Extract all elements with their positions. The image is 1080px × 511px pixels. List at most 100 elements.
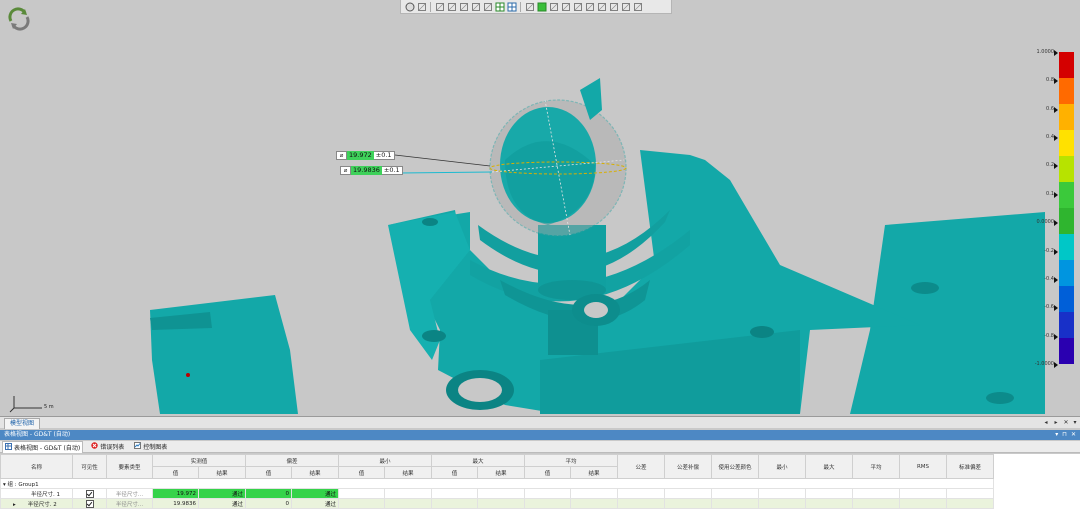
panel-tabbar: 表格视图 - GD&T (自动) 错误列表 控制图表 xyxy=(0,440,1080,453)
col-name[interactable]: 名称 xyxy=(0,454,73,479)
gdt-grid: 名称 可见性 要素类型 实测值 偏差 最小 最大 平均 公差 公差补偿 使用公差… xyxy=(0,454,994,509)
col-min-value[interactable]: 值 xyxy=(338,466,385,479)
collapse-icon[interactable]: ▾ xyxy=(3,482,6,488)
table-row[interactable]: ▸ 半径尺寸. 2 半径尺寸... 19.9836 通过 0 通过 xyxy=(0,498,994,509)
colorbar-marker[interactable] xyxy=(1054,248,1058,255)
panel-close-icon[interactable]: ✕ xyxy=(1071,430,1076,440)
fit-view-icon[interactable] xyxy=(482,1,493,12)
expand-icon[interactable]: ▸ xyxy=(13,502,16,508)
col-deviation-result[interactable]: 结果 xyxy=(291,466,339,479)
col-measured[interactable]: 实测值 xyxy=(152,454,246,467)
col-measured-result[interactable]: 结果 xyxy=(198,466,246,479)
colorbar-swatch xyxy=(1059,208,1074,235)
col-avg-result[interactable]: 结果 xyxy=(570,466,618,479)
row-measured-result: 通过 xyxy=(198,488,246,499)
panel-menu-icon[interactable]: ▾ xyxy=(1055,430,1058,440)
dimension-callout-1[interactable]: ⌀ 19.972 ±0.1 xyxy=(336,151,395,160)
row-name: 半径尺寸. 2 xyxy=(27,501,57,508)
table-row[interactable]: 半径尺寸. 1 半径尺寸... 19.972 通过 0 通过 xyxy=(0,488,994,499)
dimension-callout-2[interactable]: ⌀ 19.9836 ±0.1 xyxy=(340,166,403,175)
measure-icon[interactable] xyxy=(596,1,607,12)
tab-table-view[interactable]: 表格视图 - GD&T (自动) xyxy=(2,440,84,453)
leader-line-2 xyxy=(399,171,493,174)
tab-menu-icon[interactable]: ▾ xyxy=(1071,419,1079,427)
colorbar-label: -0.8 xyxy=(1044,332,1054,339)
colorbar-marker[interactable] xyxy=(1054,333,1058,340)
tab-next-icon[interactable]: ▸ xyxy=(1052,419,1060,427)
colorbar-swatch xyxy=(1059,286,1074,313)
panel-pin-icon[interactable]: ⊓ xyxy=(1062,430,1067,440)
shaded-icon[interactable] xyxy=(434,1,445,12)
side-view-icon[interactable] xyxy=(470,1,481,12)
colorbar-marker[interactable] xyxy=(1054,50,1058,56)
col-tol-comp[interactable]: 公差补偿 xyxy=(664,454,712,479)
diameter-symbol: ⌀ xyxy=(341,166,351,175)
pointer-icon[interactable] xyxy=(608,1,619,12)
col-min[interactable]: 最小 xyxy=(338,454,432,467)
connect-icon[interactable] xyxy=(620,1,631,12)
tab-model-view[interactable]: 模型视图 xyxy=(4,418,41,429)
col-avg2[interactable]: 平均 xyxy=(852,454,900,479)
front-view-icon[interactable] xyxy=(446,1,457,12)
select-icon[interactable] xyxy=(548,1,559,12)
chart-icon xyxy=(134,442,142,451)
pen-icon[interactable] xyxy=(524,1,535,12)
colorbar-label: 0.0000 xyxy=(1036,219,1055,226)
sphere-view-icon[interactable] xyxy=(404,1,415,12)
col-use-tol-color[interactable]: 使用公差颜色 xyxy=(711,454,759,479)
grid-alt-icon[interactable] xyxy=(506,1,517,12)
axis-scale-indicator: 5 m xyxy=(8,392,68,414)
col-min2[interactable]: 最小 xyxy=(758,454,806,479)
col-rms[interactable]: RMS xyxy=(899,454,947,479)
col-tolerance[interactable]: 公差 xyxy=(617,454,665,479)
colorbar-marker[interactable] xyxy=(1054,191,1058,198)
colorbar-marker[interactable] xyxy=(1054,362,1058,368)
arrow-icon[interactable] xyxy=(632,1,643,12)
tab-error-list[interactable]: 错误列表 xyxy=(89,442,126,451)
col-visibility[interactable]: 可见性 xyxy=(72,454,107,479)
colorbar-marker[interactable] xyxy=(1054,276,1058,283)
lasso-icon[interactable] xyxy=(560,1,571,12)
cube-icon[interactable] xyxy=(416,1,427,12)
col-deviation-value[interactable]: 值 xyxy=(245,466,292,479)
top-view-icon[interactable] xyxy=(458,1,469,12)
col-std[interactable]: 标准偏差 xyxy=(946,454,994,479)
col-max2[interactable]: 最大 xyxy=(805,454,853,479)
col-feature-type[interactable]: 要素类型 xyxy=(106,454,153,479)
col-max-result[interactable]: 结果 xyxy=(477,466,525,479)
3d-viewport[interactable]: ⌀ 19.972 ±0.1 ⌀ 19.9836 ±0.1 1.0000 0.8 0.… xyxy=(0,0,1080,416)
solid-color-icon[interactable] xyxy=(536,1,547,12)
colorbar-marker[interactable] xyxy=(1054,135,1058,142)
row-deviation-result: 通过 xyxy=(291,498,339,509)
col-measured-value[interactable]: 值 xyxy=(152,466,199,479)
colorbar-marker[interactable] xyxy=(1054,305,1058,312)
diameter-symbol: ⌀ xyxy=(337,151,347,160)
col-deviation[interactable]: 偏差 xyxy=(245,454,339,467)
group-row[interactable]: ▾ 组 : Group1 xyxy=(0,478,994,489)
col-max-value[interactable]: 值 xyxy=(431,466,478,479)
sphere-select-icon[interactable] xyxy=(584,1,595,12)
colorbar-swatch xyxy=(1059,104,1074,131)
colorbar-swatch xyxy=(1059,312,1074,339)
col-min-result[interactable]: 结果 xyxy=(384,466,432,479)
colorbar-marker[interactable] xyxy=(1054,78,1058,85)
visibility-checkbox[interactable] xyxy=(85,489,94,498)
colorbar-swatch xyxy=(1059,52,1074,79)
colorbar-marker[interactable] xyxy=(1054,220,1058,227)
tab-close-icon[interactable]: ✕ xyxy=(1062,419,1070,427)
colorbar-swatch xyxy=(1059,130,1074,157)
deviation-colorbar[interactable] xyxy=(1059,52,1074,365)
tab-control-chart[interactable]: 控制图表 xyxy=(132,442,169,451)
visibility-checkbox[interactable] xyxy=(85,499,94,508)
grid-icon[interactable] xyxy=(494,1,505,12)
colorbar-marker[interactable] xyxy=(1054,163,1058,170)
panel-titlebar: 表格视图 - GD&T (自动) ▾ ⊓ ✕ xyxy=(0,430,1080,440)
col-max[interactable]: 最大 xyxy=(431,454,525,467)
col-avg[interactable]: 平均 xyxy=(524,454,618,467)
colorbar-label: 0.6 xyxy=(1046,105,1054,112)
tab-prev-icon[interactable]: ◂ xyxy=(1042,419,1050,427)
colorbar-marker[interactable] xyxy=(1054,106,1058,113)
app-logo-icon[interactable] xyxy=(5,5,33,31)
brush-icon[interactable] xyxy=(572,1,583,12)
col-avg-value[interactable]: 值 xyxy=(524,466,571,479)
